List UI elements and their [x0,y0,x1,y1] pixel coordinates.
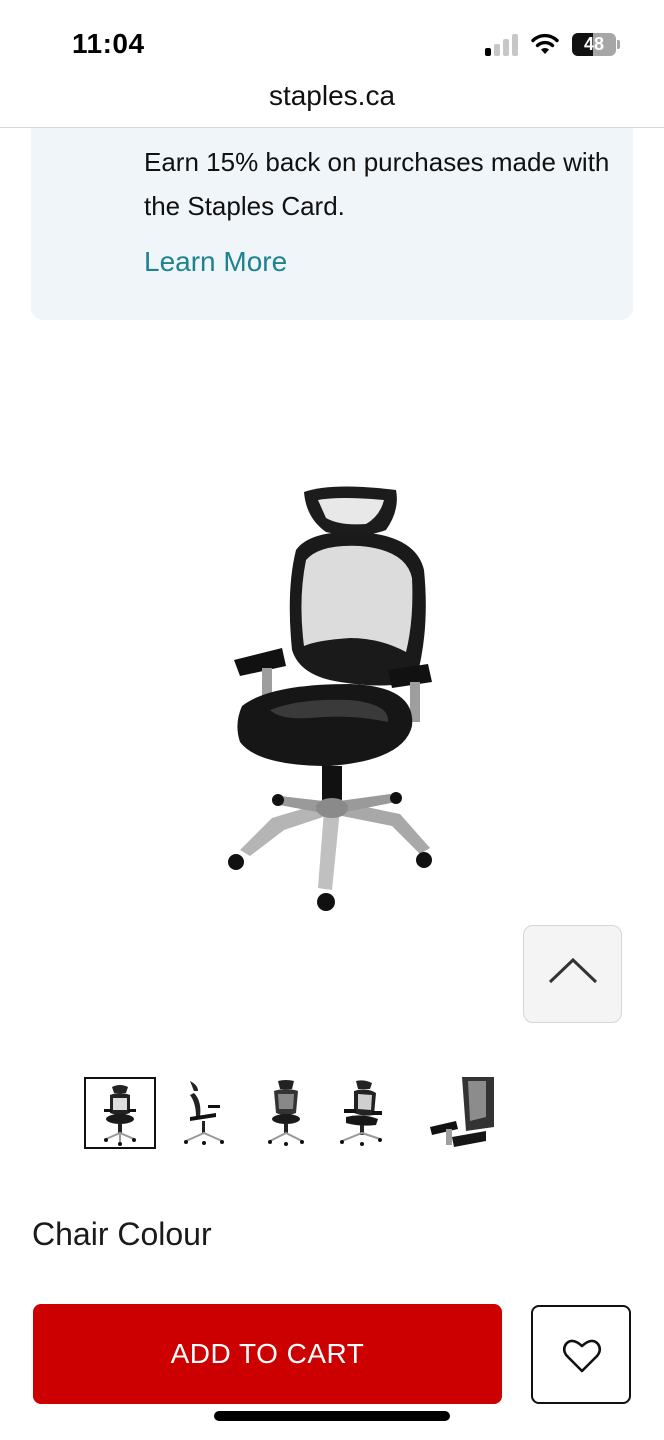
battery-level: 48 [583,34,605,54]
heart-icon [562,1339,602,1373]
battery-icon: 48 [572,33,616,56]
status-bar: 11:04 48 [0,0,664,80]
chair-side-thumbnail[interactable] [168,1077,240,1149]
chair-back-thumbnail[interactable] [250,1077,322,1149]
scroll-to-top-button[interactable] [523,925,622,1023]
chair-colour-label: Chair Colour [32,1216,212,1252]
office-chair-image[interactable] [200,470,464,920]
wishlist-button[interactable] [531,1305,631,1404]
battery-tip [617,40,620,49]
url-text[interactable]: staples.ca [0,80,664,112]
promo-text: Earn 15% back on purchases made with the… [144,147,610,221]
chair-angle-thumbnail[interactable] [332,1077,404,1149]
browser-url-bar[interactable]: staples.ca [0,74,664,128]
staples-card-promo-banner: Earn 15% back on purchases made with the… [31,128,633,320]
status-time: 11:04 [72,28,145,59]
home-indicator[interactable] [214,1411,450,1421]
learn-more-link[interactable]: Learn More [144,246,287,278]
wifi-icon [531,33,559,54]
image-thumbnail-strip [84,1077,494,1149]
chair-front-thumbnail[interactable] [84,1077,156,1149]
signal-icon [485,34,519,56]
add-to-cart-button[interactable]: ADD TO CART [33,1304,502,1404]
chair-armrest-detail-thumbnail[interactable] [422,1077,494,1149]
chevron-up-icon [548,957,598,984]
